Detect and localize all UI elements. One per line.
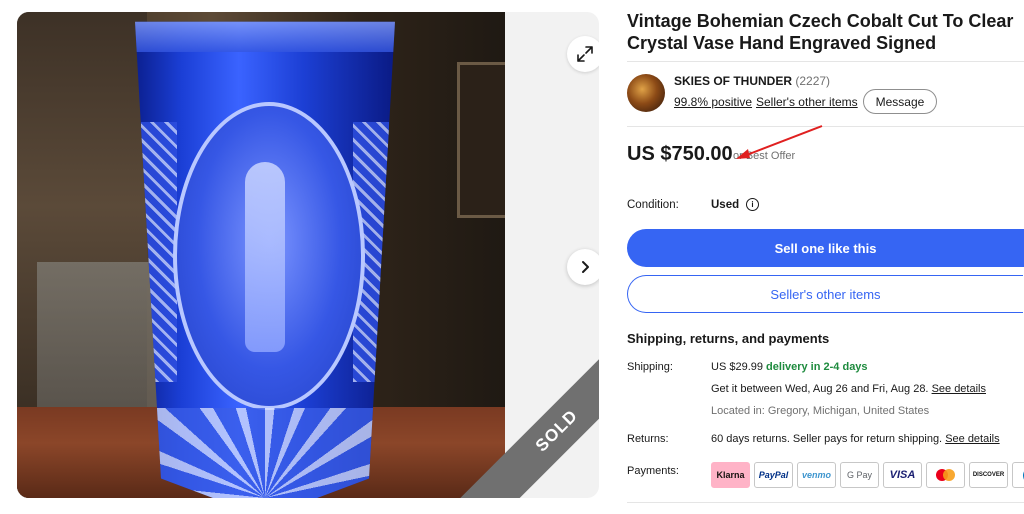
vase-engraved-figure (245, 162, 285, 352)
listing-info-panel: Vintage Bohemian Czech Cobalt Cut To Cle… (627, 0, 1024, 514)
diners-club-icon (1012, 462, 1024, 488)
sellers-other-items-button[interactable]: Seller's other items (627, 275, 1023, 313)
seller-name[interactable]: SKIES OF THUNDER (2227) (674, 74, 830, 88)
delivery-window: Get it between Wed, Aug 26 and Fri, Aug … (711, 383, 929, 395)
returns-line: 60 days returns. Seller pays for return … (711, 433, 1000, 445)
payments-label: Payments: (627, 465, 679, 477)
shipping-section-heading: Shipping, returns, and payments (627, 331, 830, 346)
mastercard-circle-yellow (943, 469, 955, 481)
shipping-see-details-link[interactable]: See details (932, 383, 986, 395)
seller-avatar[interactable] (627, 74, 665, 112)
discover-icon: DISCOVER (969, 462, 1008, 488)
message-seller-button[interactable]: Message (863, 89, 937, 114)
seller-other-items-link[interactable]: Seller's other items (756, 95, 858, 109)
returns-label: Returns: (627, 433, 669, 445)
seller-name-text[interactable]: SKIES OF THUNDER (674, 74, 792, 88)
venmo-icon: venmo (797, 462, 836, 488)
condition-label: Condition: (627, 199, 679, 211)
price: US $750.00 (627, 143, 733, 165)
next-image-button[interactable] (567, 249, 599, 285)
chevron-right-icon (582, 261, 589, 273)
divider (627, 502, 1024, 503)
listing-title: Vintage Bohemian Czech Cobalt Cut To Cle… (627, 11, 1014, 53)
vase-rim (135, 21, 395, 52)
vase-image (135, 21, 395, 498)
condition-value: Used (711, 199, 740, 211)
returns-see-details-link[interactable]: See details (945, 433, 999, 445)
paypal-icon: PayPal (754, 462, 793, 488)
annotation-arrow-icon (736, 125, 823, 159)
expand-image-button[interactable] (567, 36, 599, 72)
shipping-cost: US $29.99 (711, 361, 763, 373)
item-location: Located in: Gregory, Michigan, United St… (711, 405, 930, 417)
delivery-window-line: Get it between Wed, Aug 26 and Fri, Aug … (711, 383, 986, 395)
photo-background-shelf (37, 262, 157, 412)
klarna-icon: Klarna (711, 462, 750, 488)
shipping-cost-line: US $29.99 delivery in 2-4 days (711, 361, 868, 373)
sell-one-like-this-button[interactable]: Sell one like this (627, 229, 1024, 267)
product-photo[interactable] (17, 12, 505, 498)
google-pay-icon: G Pay (840, 462, 879, 488)
shipping-label: Shipping: (627, 361, 673, 373)
divider (627, 61, 1024, 62)
visa-icon: VISA (883, 462, 922, 488)
payment-methods: Klarna PayPal venmo G Pay VISA DISCOVER (711, 462, 1024, 488)
seller-positive-feedback-link[interactable]: 99.8% positive (674, 95, 752, 109)
delivery-speed: delivery in 2-4 days (766, 361, 868, 373)
photo-background-frame (457, 62, 505, 218)
info-icon[interactable]: i (746, 198, 759, 211)
mastercard-icon (926, 462, 965, 488)
expand-icon (577, 46, 593, 62)
image-gallery[interactable]: SOLD (17, 12, 599, 498)
seller-feedback-count: (2227) (795, 74, 831, 88)
returns-policy: 60 days returns. Seller pays for return … (711, 433, 943, 445)
